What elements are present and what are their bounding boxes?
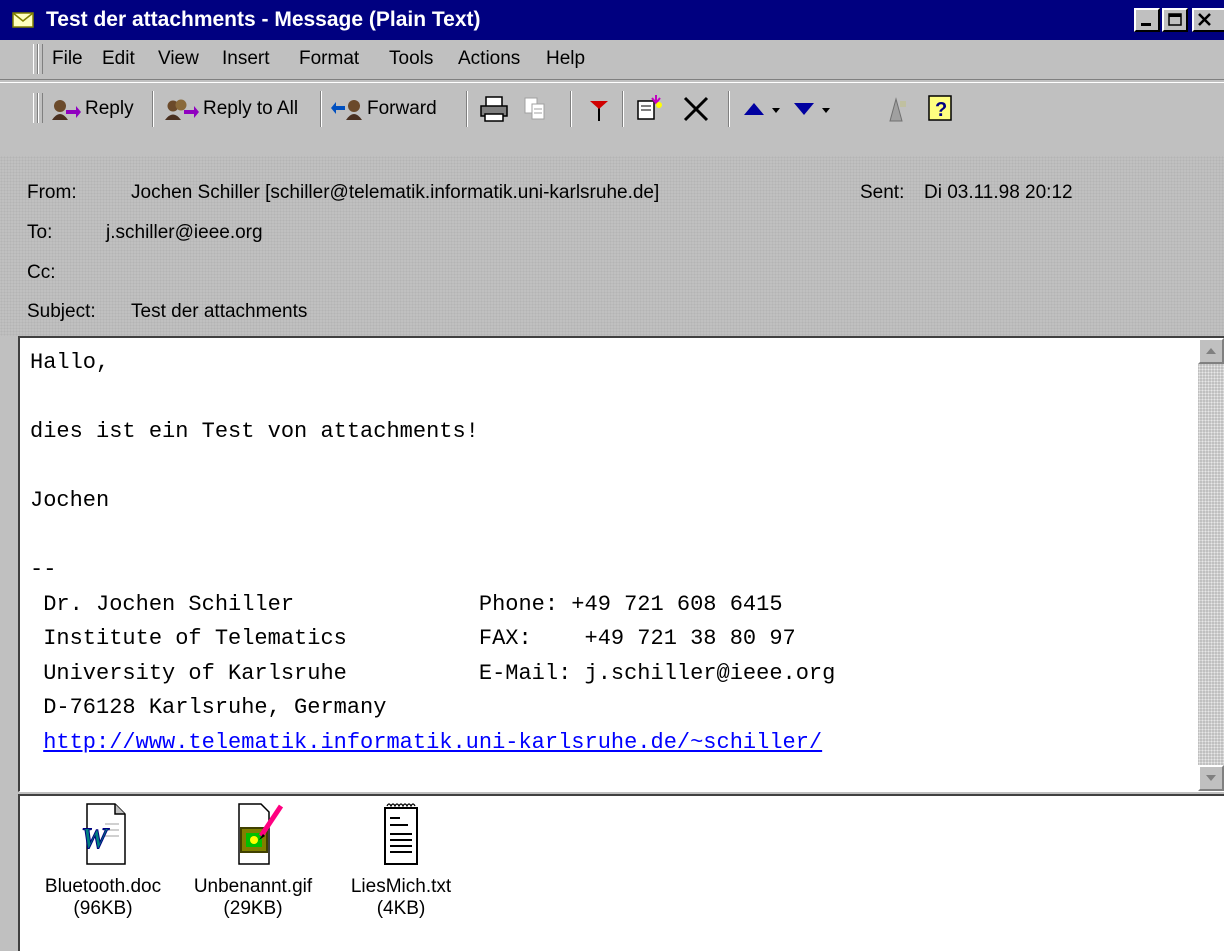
print-icon xyxy=(480,96,508,122)
scroll-up-icon xyxy=(1206,348,1216,354)
svg-text:?: ? xyxy=(935,99,947,121)
next-item-icon xyxy=(794,103,830,115)
attachment-name: Bluetooth.doc xyxy=(44,876,162,897)
forward-icon xyxy=(331,100,362,120)
flag-icon xyxy=(590,101,608,121)
subject-label: Subject: xyxy=(27,301,96,322)
address-book-button[interactable] xyxy=(880,91,913,127)
toolbar-separator xyxy=(622,91,624,127)
body-line: -- xyxy=(30,557,57,582)
close-icon xyxy=(1198,13,1211,26)
body-line: Hallo, xyxy=(30,350,110,375)
maximize-icon xyxy=(1168,13,1182,26)
toolbar-separator xyxy=(466,91,468,127)
menu-insert[interactable]: Insert xyxy=(222,48,270,70)
signature-line: Institute of Telematics FAX: +49 721 38 … xyxy=(30,626,796,651)
signature-line: University of Karlsruhe E-Mail: j.schill… xyxy=(30,660,836,686)
subject-field: Test der attachments xyxy=(131,301,308,322)
window-title: Test der attachments - Message (Plain Te… xyxy=(46,8,481,31)
menu-grip[interactable] xyxy=(38,44,43,74)
help-icon: ? xyxy=(928,95,952,121)
scroll-down-icon xyxy=(1206,775,1216,781)
move-to-folder-button[interactable] xyxy=(634,91,667,127)
to-label: To: xyxy=(27,222,53,243)
copy-button[interactable] xyxy=(522,91,551,127)
reply-icon xyxy=(52,100,81,120)
delete-button[interactable] xyxy=(680,91,715,127)
attachment-item[interactable]: W Bluetooth.doc (96KB) xyxy=(28,802,178,920)
delete-icon xyxy=(683,96,709,122)
menu-help[interactable]: Help xyxy=(546,48,585,70)
next-item-button[interactable] xyxy=(790,91,837,127)
toolbar-separator xyxy=(728,91,730,127)
from-label: From: xyxy=(27,182,77,203)
copy-icon xyxy=(524,97,545,120)
reply-all-label: Reply to All xyxy=(203,98,299,119)
from-field[interactable]: Jochen Schiller [schiller@telematik.info… xyxy=(131,182,659,204)
maximize-button[interactable] xyxy=(1162,8,1188,32)
to-field[interactable]: j.schiller@ieee.org xyxy=(106,222,263,244)
body-line: Jochen xyxy=(30,488,110,513)
scroll-up-button[interactable] xyxy=(1198,338,1224,364)
attachment-size: (29KB) xyxy=(223,898,283,919)
menu-actions[interactable]: Actions xyxy=(458,48,520,70)
menu-file[interactable]: File xyxy=(52,48,83,70)
title-bar[interactable]: Test der attachments - Message (Plain Te… xyxy=(0,0,1224,40)
move-to-folder-icon xyxy=(637,95,662,120)
menu-tools[interactable]: Tools xyxy=(389,48,433,70)
previous-item-button[interactable] xyxy=(740,91,787,127)
word-document-icon: W xyxy=(81,803,126,865)
scroll-down-button[interactable] xyxy=(1198,765,1224,791)
minimize-icon xyxy=(1141,23,1151,26)
menu-edit[interactable]: Edit xyxy=(102,48,135,70)
menu-bar: File Edit View Insert Format Tools Actio… xyxy=(0,40,1224,80)
reply-button[interactable]: Reply xyxy=(48,91,134,127)
toolbar-grip[interactable] xyxy=(38,93,43,123)
signature-line: Dr. Jochen Schiller Phone: +49 721 608 6… xyxy=(30,591,783,617)
attachment-item[interactable]: LiesMich.txt (4KB) xyxy=(326,802,476,920)
menu-format[interactable]: Format xyxy=(299,48,359,70)
attachment-size: (4KB) xyxy=(376,898,426,919)
print-button[interactable] xyxy=(478,91,515,127)
homepage-link[interactable]: http://www.telematik.informatik.uni-karl… xyxy=(43,730,822,755)
toolbar-separator xyxy=(152,91,154,127)
vertical-scrollbar[interactable] xyxy=(1198,338,1224,791)
sent-label: Sent: xyxy=(860,182,905,203)
attachment-name: LiesMich.txt xyxy=(350,876,452,897)
message-header: From: Jochen Schiller [schiller@telemati… xyxy=(0,156,1224,336)
svg-text:W: W xyxy=(81,822,110,855)
body-line: dies ist ein Test von attachments! xyxy=(30,419,479,444)
reply-all-button[interactable]: Reply to All xyxy=(162,91,298,127)
message-text[interactable]: Hallo, dies ist ein Test von attachments… xyxy=(30,346,835,760)
forward-label: Forward xyxy=(367,98,437,119)
flag-button[interactable] xyxy=(582,91,615,127)
forward-button[interactable]: Forward xyxy=(330,91,437,127)
signature-line: D-76128 Karlsruhe, Germany xyxy=(30,695,387,720)
attachment-item[interactable]: Unbenannt.gif (29KB) xyxy=(178,802,328,920)
reply-label: Reply xyxy=(85,98,134,119)
close-button[interactable] xyxy=(1192,8,1224,32)
envelope-icon xyxy=(12,12,34,28)
reply-all-icon xyxy=(165,99,199,120)
minimize-button[interactable] xyxy=(1134,8,1160,32)
standard-toolbar: Reply Reply to All Forward ? xyxy=(0,82,1224,137)
text-file-icon xyxy=(384,803,418,865)
menu-view[interactable]: View xyxy=(158,48,199,70)
image-file-icon xyxy=(238,803,284,865)
toolbar-separator xyxy=(320,91,322,127)
help-button[interactable]: ? xyxy=(926,91,959,127)
attachments-pane: W Bluetooth.doc (96KB) Unbenannt.gif (29… xyxy=(18,794,1224,951)
sent-field: Di 03.11.98 20:12 xyxy=(924,182,1073,203)
toolbar-separator xyxy=(570,91,572,127)
address-book-icon xyxy=(889,97,906,122)
attachment-name: Unbenannt.gif xyxy=(193,876,313,897)
attachment-size: (96KB) xyxy=(73,898,133,919)
cc-label: Cc: xyxy=(27,262,56,283)
message-body[interactable]: Hallo, dies ist ein Test von attachments… xyxy=(18,336,1224,792)
previous-item-icon xyxy=(744,103,780,115)
